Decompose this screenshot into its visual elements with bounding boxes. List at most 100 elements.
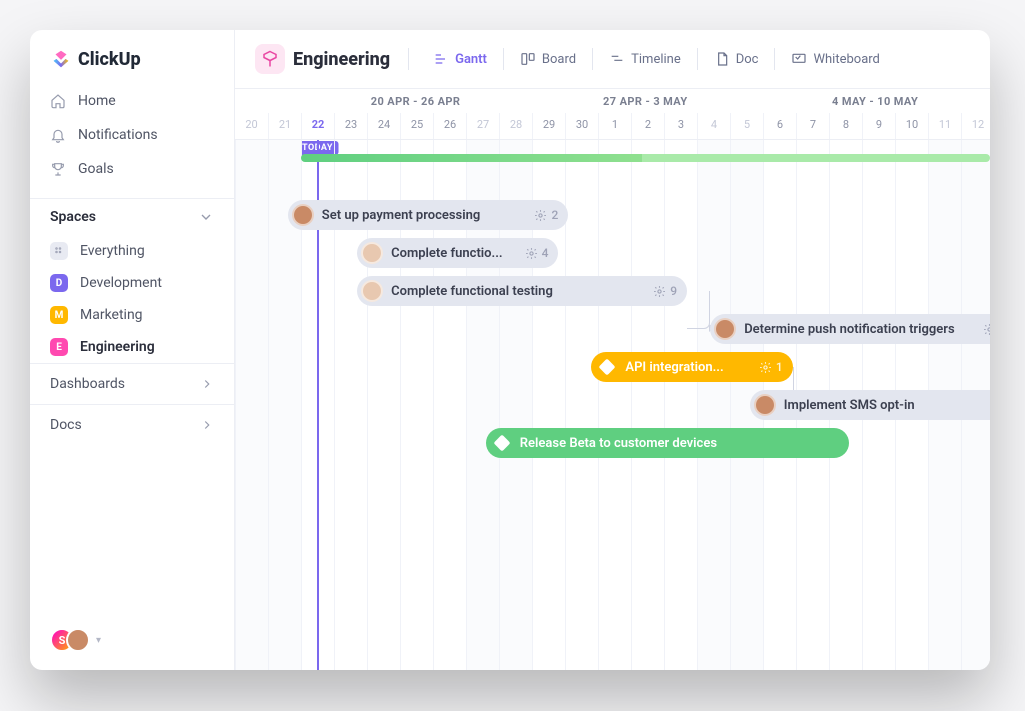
day-cell[interactable]: 7 [796, 113, 829, 139]
section-label: Docs [50, 417, 82, 433]
gantt-chart[interactable]: Set up payment processing2 Complete funct… [235, 140, 990, 670]
day-cell[interactable]: 25 [400, 113, 433, 139]
main-panel: Engineering Gantt Board Timeline Doc Whitebo… [235, 30, 990, 670]
view-tab-whiteboard[interactable]: Whiteboard [781, 45, 889, 73]
chevron-right-icon [200, 418, 214, 432]
view-tab-doc[interactable]: Doc [704, 45, 769, 73]
task-bar[interactable]: Complete functio... 4 [357, 238, 558, 268]
user-switcher[interactable]: S ▾ [30, 610, 234, 670]
task-label: API integration... [625, 360, 723, 375]
assignee-avatar [361, 280, 383, 302]
user-avatar-photo [66, 628, 90, 652]
separator [503, 48, 504, 70]
app-window: ClickUp Home Notifications Goals Spaces Ev… [30, 30, 990, 670]
view-tab-timeline[interactable]: Timeline [599, 45, 691, 73]
day-cell[interactable]: 29 [532, 113, 565, 139]
task-count: 1 [983, 322, 990, 336]
trophy-icon [50, 161, 66, 177]
gantt-icon [433, 51, 449, 67]
assignee-avatar [292, 204, 314, 226]
dependency-line [687, 291, 710, 329]
nav-label: Goals [78, 161, 114, 177]
milestone-icon [599, 359, 616, 376]
section-label: Dashboards [50, 376, 125, 392]
tab-label: Doc [736, 52, 759, 67]
day-cell[interactable]: 6 [763, 113, 796, 139]
task-bar[interactable]: API integration...1 [591, 352, 792, 382]
day-cell[interactable]: 12 [961, 113, 990, 139]
task-label: Implement SMS opt-in [784, 398, 915, 413]
space-engineering[interactable]: EEngineering [30, 331, 234, 363]
view-tab-board[interactable]: Board [510, 45, 586, 73]
tab-label: Whiteboard [813, 52, 879, 67]
spaces-header-label: Spaces [50, 209, 96, 225]
nav-trophy[interactable]: Goals [30, 152, 234, 186]
tab-label: Board [542, 52, 576, 67]
nav-label: Notifications [78, 127, 158, 143]
home-icon [50, 93, 66, 109]
task-count: 4 [525, 246, 549, 260]
assignee-avatar [361, 242, 383, 264]
summary-bar[interactable] [301, 154, 990, 162]
nav-label: Home [78, 93, 116, 109]
day-cell[interactable]: 27 [466, 113, 499, 139]
brand-block[interactable]: ClickUp [30, 30, 234, 84]
spaces-header[interactable]: Spaces [30, 198, 234, 235]
section-dashboards[interactable]: Dashboards [30, 363, 234, 404]
day-cell[interactable]: 8 [829, 113, 862, 139]
day-cell[interactable]: 5 [730, 113, 763, 139]
separator [592, 48, 593, 70]
task-bar[interactable]: Implement SMS opt-in [750, 390, 990, 420]
space-marketing[interactable]: M Marketing [30, 299, 234, 331]
separator [774, 48, 775, 70]
day-cell[interactable]: 2 [631, 113, 664, 139]
day-cell[interactable]: 30 [565, 113, 598, 139]
section-docs[interactable]: Docs [30, 404, 234, 445]
day-cell[interactable]: 24 [367, 113, 400, 139]
task-bar[interactable]: Set up payment processing2 [288, 200, 569, 230]
space-everything[interactable]: Everything [30, 235, 234, 267]
week-label: 20 APR - 26 APR [301, 89, 531, 113]
page-header: Engineering Gantt Board Timeline Doc Whitebo… [235, 30, 990, 89]
day-cell[interactable]: 10 [895, 113, 928, 139]
day-cell[interactable]: 1 [598, 113, 631, 139]
day-cell[interactable]: 22 [301, 113, 334, 139]
grid-icon [50, 242, 68, 260]
page-title: Engineering [293, 49, 390, 70]
day-cell[interactable]: 23 [334, 113, 367, 139]
day-cell[interactable]: 21 [268, 113, 301, 139]
day-cell[interactable]: 28 [499, 113, 532, 139]
grid-column [631, 140, 664, 670]
grid-column [235, 140, 268, 670]
space-badge: M [50, 306, 68, 324]
nav-bell[interactable]: Notifications [30, 118, 234, 152]
task-label: Complete functio... [391, 246, 503, 261]
timeline-axis: 20 APR - 26 APR27 APR - 3 MAY4 MAY - 10 … [235, 89, 990, 140]
tab-label: Gantt [455, 52, 487, 67]
day-cell[interactable]: 3 [664, 113, 697, 139]
chevron-down-icon [198, 209, 214, 225]
clickup-logo-icon [50, 48, 72, 70]
view-tab-gantt[interactable]: Gantt [423, 45, 497, 73]
space-label: Development [80, 275, 162, 291]
assignee-avatar [714, 318, 736, 340]
nav-home[interactable]: Home [30, 84, 234, 118]
space-development[interactable]: D Development [30, 267, 234, 299]
day-cell[interactable]: 9 [862, 113, 895, 139]
whiteboard-icon [791, 51, 807, 67]
space-label: Marketing [80, 307, 143, 323]
task-count: 9 [653, 284, 677, 298]
space-icon[interactable] [255, 44, 285, 74]
space-label: Everything [80, 243, 145, 259]
day-cell[interactable]: 20 [235, 113, 268, 139]
caret-down-icon: ▾ [96, 635, 101, 646]
day-cell[interactable]: 11 [928, 113, 961, 139]
space-badge: D [50, 274, 68, 292]
task-bar[interactable]: Determine push notification triggers1 [710, 314, 990, 344]
day-cell[interactable]: 4 [697, 113, 730, 139]
space-badge: E [50, 338, 68, 356]
separator [408, 48, 409, 70]
task-bar[interactable]: Complete functional testing9 [357, 276, 687, 306]
day-cell[interactable]: 26 [433, 113, 466, 139]
task-bar[interactable]: Release Beta to customer devices [486, 428, 849, 458]
